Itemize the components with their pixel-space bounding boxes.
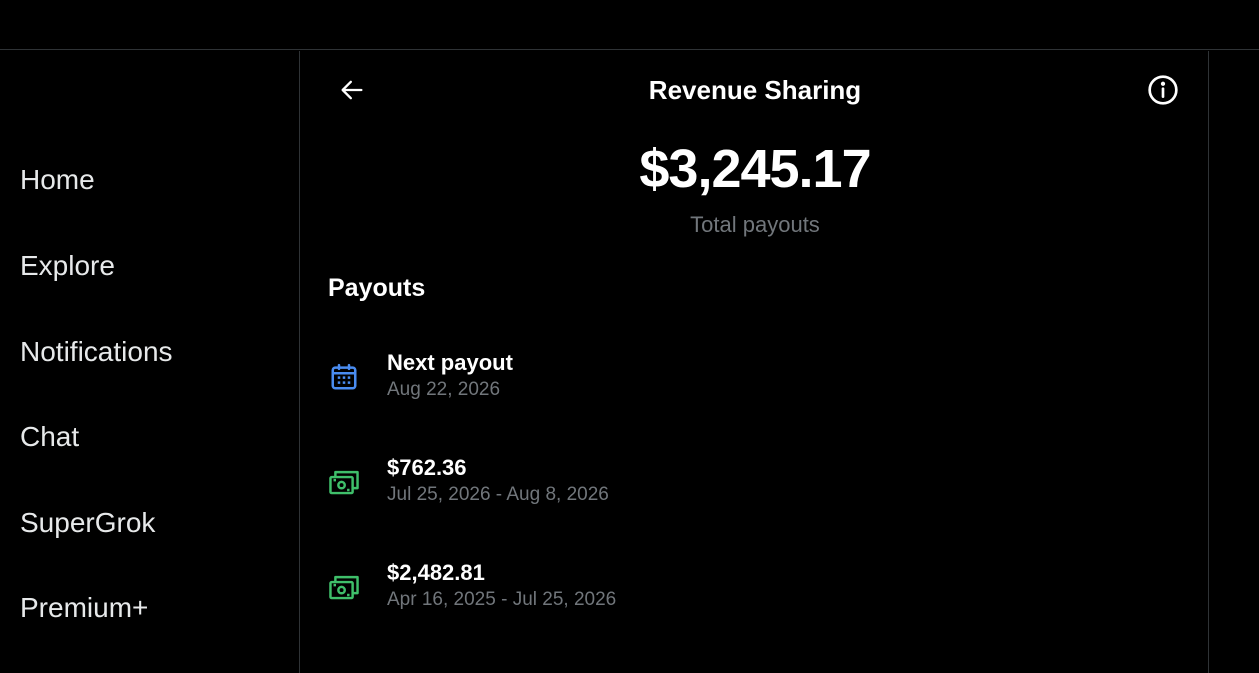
info-button[interactable] — [1146, 73, 1180, 107]
payout-amount: $762.36 — [387, 455, 467, 480]
revenue-sharing-panel: Revenue Sharing $3,245.17 Total payouts … — [301, 51, 1209, 673]
sidebar-item-notifications[interactable]: Notifications — [20, 336, 173, 368]
next-payout-row[interactable]: Next payout Aug 22, 2026 — [301, 349, 1209, 419]
top-bar — [0, 0, 1259, 50]
payout-period: Apr 16, 2025 - Jul 25, 2026 — [387, 589, 617, 610]
next-payout-label: Next payout — [387, 350, 513, 375]
sidebar-item-chat[interactable]: Chat — [20, 421, 79, 453]
sidebar-item-home[interactable]: Home — [20, 164, 95, 196]
sidebar: Home Explore Notifications Chat SuperGro… — [0, 51, 300, 673]
page-title: Revenue Sharing — [648, 75, 862, 105]
total-payouts-label: Total payouts — [690, 212, 820, 237]
sidebar-item-supergrok[interactable]: SuperGrok — [20, 507, 155, 539]
money-icon — [328, 571, 360, 603]
next-payout-date: Aug 22, 2026 — [387, 379, 501, 400]
info-icon — [1148, 75, 1178, 105]
calendar-icon — [328, 361, 360, 393]
payouts-section-title: Payouts — [328, 274, 426, 302]
payout-list-item[interactable]: $762.36 Jul 25, 2026 - Aug 8, 2026 — [301, 454, 1209, 524]
sidebar-item-premium-plus[interactable]: Premium+ — [20, 592, 148, 624]
total-payouts-amount: $3,245.17 — [639, 139, 871, 199]
payout-list-item[interactable]: $2,482.81 Apr 16, 2025 - Jul 25, 2026 — [301, 559, 1209, 629]
payout-period: Jul 25, 2026 - Aug 8, 2026 — [387, 484, 609, 505]
payout-amount: $2,482.81 — [387, 560, 485, 585]
sidebar-item-explore[interactable]: Explore — [20, 250, 115, 282]
money-icon — [328, 466, 360, 498]
right-rail — [1210, 51, 1259, 673]
